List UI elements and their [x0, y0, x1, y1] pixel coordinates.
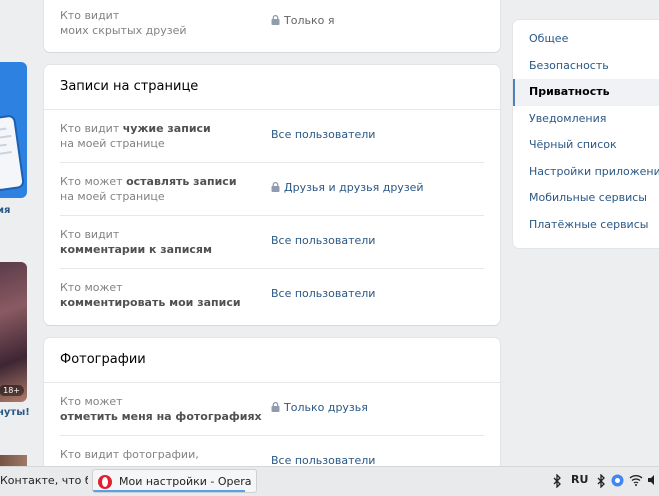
keyboard-language[interactable]: RU: [571, 473, 588, 486]
system-tray: RU: [549, 467, 659, 496]
menu-item-security[interactable]: Безопасность: [513, 53, 659, 80]
panel-posts-title: Записи на странице: [44, 65, 500, 110]
ad-photo-title[interactable]: нуты!: [0, 407, 30, 418]
privacy-row-label: Кто видит чужие записи на моей странице: [60, 122, 211, 150]
privacy-row[interactable]: Кто может комментировать мои записи Все …: [60, 268, 484, 321]
panel-friends-partial: Кто видит моих скрытых друзей Только я: [44, 0, 500, 52]
privacy-row[interactable]: Кто видит комментарии к записям Все поль…: [60, 215, 484, 268]
taskbar-window-label: Мои настройки - Opera: [119, 475, 252, 488]
chrome-icon[interactable]: [611, 474, 624, 487]
panel-photos: Фотографии Кто может отметить меня на фо…: [44, 338, 500, 478]
bluetooth-icon[interactable]: [553, 474, 562, 488]
menu-item-app-settings[interactable]: Настройки приложений: [513, 159, 659, 186]
left-column: ия 18+ нуты!: [0, 0, 30, 467]
privacy-row-label: Кто может комментировать мои записи: [60, 281, 241, 309]
menu-item-mobile-services[interactable]: Мобильные сервисы: [513, 185, 659, 212]
age-rating-badge: 18+: [0, 385, 24, 396]
page-load-progress: [93, 490, 245, 492]
privacy-row-label: Кто видит комментарии к записям: [60, 228, 212, 256]
promo-title[interactable]: ия: [0, 205, 10, 216]
privacy-value-link[interactable]: Все пользователи: [271, 234, 375, 247]
lock-icon: [271, 402, 280, 412]
menu-item-general[interactable]: Общее: [513, 26, 659, 53]
taskbar-window-vk[interactable]: Контакте, что бы ...: [0, 469, 88, 493]
privacy-row-label: Кто может отметить меня на фотографиях: [60, 395, 262, 423]
ad-photo-card[interactable]: 18+: [0, 262, 27, 402]
privacy-value-link[interactable]: Только я: [271, 14, 334, 27]
privacy-row[interactable]: Кто видит чужие записи на моей странице …: [60, 110, 484, 162]
menu-item-privacy[interactable]: Приватность: [513, 79, 659, 106]
privacy-row[interactable]: Кто может оставлять записи на моей стран…: [60, 162, 484, 215]
lock-icon: [271, 182, 280, 192]
promo-card[interactable]: [0, 62, 27, 198]
privacy-row-label: Кто видит фотографии,: [60, 448, 199, 461]
opera-icon: [98, 475, 112, 489]
privacy-row-label: Кто видит моих скрытых друзей: [60, 9, 187, 37]
privacy-value-link[interactable]: Все пользователи: [271, 287, 375, 300]
taskbar: Контакте, что бы ... Мои настройки - Ope…: [0, 466, 659, 496]
lock-icon: [271, 15, 280, 25]
bluetooth-icon[interactable]: [597, 474, 606, 488]
privacy-value-link[interactable]: Все пользователи: [271, 128, 375, 141]
privacy-value-link[interactable]: Друзья и друзья друзей: [271, 181, 424, 194]
phone-illustration: [0, 116, 23, 190]
menu-item-payment-services[interactable]: Платёжные сервисы: [513, 212, 659, 239]
menu-item-blacklist[interactable]: Чёрный список: [513, 132, 659, 159]
privacy-row[interactable]: Кто видит моих скрытых друзей Только я: [60, 0, 484, 52]
volume-icon[interactable]: [647, 474, 659, 486]
privacy-row-label: Кто может оставлять записи на моей стран…: [60, 175, 237, 203]
wifi-icon[interactable]: [629, 474, 643, 486]
panel-posts: Записи на странице Кто видит чужие запис…: [44, 65, 500, 325]
privacy-value-link[interactable]: Только друзья: [271, 401, 368, 414]
settings-menu: Общее Безопасность Приватность Уведомлен…: [513, 20, 659, 248]
menu-item-notifications[interactable]: Уведомления: [513, 106, 659, 133]
privacy-row[interactable]: Кто может отметить меня на фотографиях Т…: [60, 383, 484, 435]
panel-photos-title: Фотографии: [44, 338, 500, 383]
taskbar-window-opera[interactable]: Мои настройки - Opera: [92, 469, 257, 493]
